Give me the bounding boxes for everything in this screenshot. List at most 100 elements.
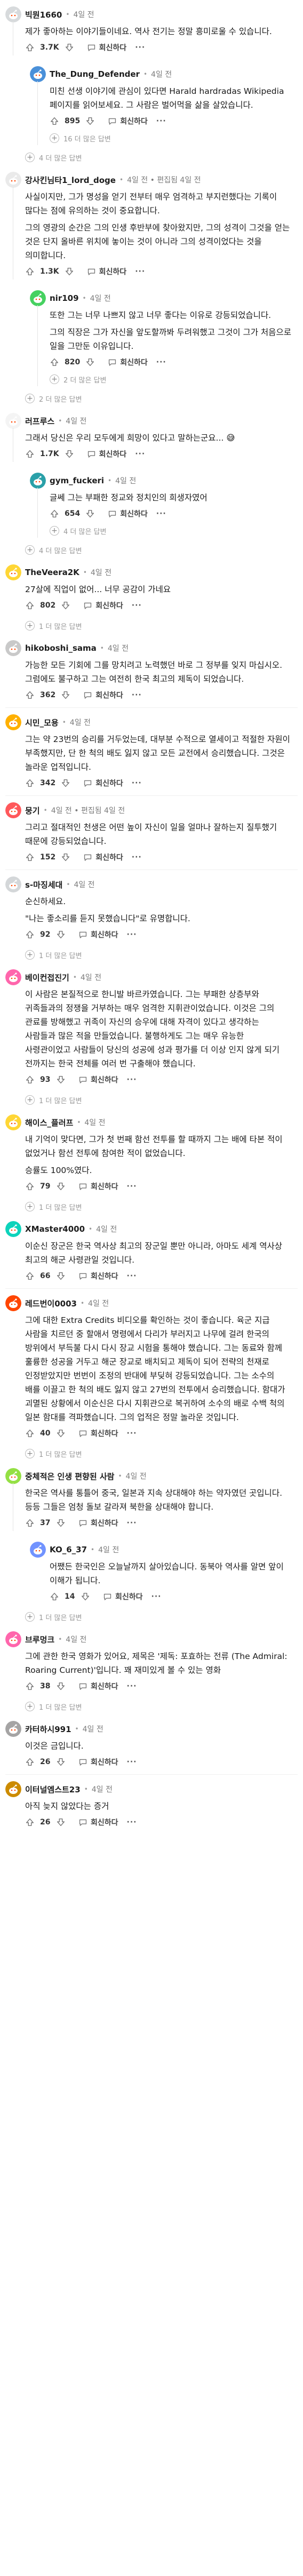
avatar[interactable] bbox=[30, 66, 46, 82]
more-replies-link[interactable]: +1 더 많은 답변 bbox=[25, 618, 298, 634]
reply-button[interactable]: 회신하다 bbox=[74, 927, 123, 942]
more-replies-link[interactable]: +16 더 많은 답변 bbox=[50, 130, 291, 146]
reply-button[interactable]: 회신하다 bbox=[74, 1269, 123, 1283]
upvote-button[interactable] bbox=[22, 1268, 38, 1284]
reply-button[interactable]: 회신하다 bbox=[74, 1179, 123, 1194]
more-replies-link[interactable]: +1 더 많은 답변 bbox=[25, 1698, 298, 1714]
username[interactable]: nir109 bbox=[50, 293, 79, 303]
more-replies-link[interactable]: +1 더 많은 답변 bbox=[25, 1199, 298, 1215]
more-replies-link[interactable]: +4 더 많은 답변 bbox=[25, 542, 298, 558]
upvote-button[interactable] bbox=[22, 927, 38, 943]
upvote-button[interactable] bbox=[22, 264, 38, 280]
reply-button[interactable]: 회신하다 bbox=[83, 40, 131, 55]
more-options-button[interactable]: ··· bbox=[152, 1592, 162, 1601]
downvote-button[interactable] bbox=[53, 1072, 69, 1088]
more-options-button[interactable]: ··· bbox=[156, 509, 166, 518]
more-options-button[interactable]: ··· bbox=[127, 930, 137, 939]
more-options-button[interactable]: ··· bbox=[135, 43, 145, 52]
downvote-button[interactable] bbox=[82, 506, 98, 522]
thread-line[interactable] bbox=[37, 488, 38, 538]
more-replies-link[interactable]: +1 더 많은 답변 bbox=[25, 1446, 298, 1462]
reply-button[interactable]: 회신하다 bbox=[79, 688, 127, 703]
reply-button[interactable]: 회신하다 bbox=[99, 1589, 147, 1604]
avatar[interactable] bbox=[30, 290, 46, 306]
more-options-button[interactable]: ··· bbox=[127, 1182, 137, 1191]
upvote-button[interactable] bbox=[22, 687, 38, 703]
more-options-button[interactable]: ··· bbox=[127, 1429, 137, 1438]
more-options-button[interactable]: ··· bbox=[132, 601, 142, 610]
username[interactable]: 이터널엠스트23 bbox=[25, 1784, 81, 1795]
username[interactable]: hikoboshi_sama bbox=[25, 643, 97, 653]
upvote-button[interactable] bbox=[22, 1178, 38, 1194]
username[interactable]: 베이컨접진기 bbox=[25, 972, 69, 983]
avatar[interactable] bbox=[5, 172, 21, 188]
username[interactable]: 해이스_플러프 bbox=[25, 1117, 73, 1128]
avatar[interactable] bbox=[5, 564, 21, 580]
more-replies-link[interactable]: +2 더 많은 답변 bbox=[25, 390, 298, 406]
avatar[interactable] bbox=[30, 473, 46, 489]
more-replies-link[interactable]: +4 더 많은 답변 bbox=[25, 149, 298, 165]
upvote-button[interactable] bbox=[22, 1072, 38, 1088]
username[interactable]: TheVeera2K bbox=[25, 568, 79, 577]
downvote-button[interactable] bbox=[53, 1754, 69, 1770]
thread-line[interactable] bbox=[37, 305, 38, 386]
username[interactable]: 카터하시991 bbox=[25, 1724, 71, 1735]
downvote-button[interactable] bbox=[53, 1678, 69, 1694]
username[interactable]: 브루멍크 bbox=[25, 1634, 54, 1645]
avatar[interactable] bbox=[5, 6, 21, 22]
username[interactable]: XMaster4000 bbox=[25, 1224, 85, 1234]
username[interactable]: 강사킨님타1_lord_doge bbox=[25, 174, 116, 186]
more-replies-link[interactable]: +1 더 많은 답변 bbox=[25, 1092, 298, 1108]
avatar[interactable] bbox=[5, 802, 21, 818]
more-options-button[interactable]: ··· bbox=[135, 267, 145, 276]
reply-button[interactable]: 회신하다 bbox=[103, 355, 152, 370]
username[interactable]: The_Dung_Defender bbox=[50, 69, 140, 79]
downvote-button[interactable] bbox=[61, 39, 77, 55]
upvote-button[interactable] bbox=[22, 849, 38, 865]
avatar[interactable] bbox=[5, 1114, 21, 1130]
downvote-button[interactable] bbox=[53, 1178, 69, 1194]
upvote-button[interactable] bbox=[22, 597, 38, 613]
avatar[interactable] bbox=[5, 714, 21, 730]
reply-button[interactable]: 회신하다 bbox=[79, 776, 127, 791]
more-options-button[interactable]: ··· bbox=[127, 1758, 137, 1766]
avatar[interactable] bbox=[5, 1468, 21, 1484]
upvote-button[interactable] bbox=[22, 1515, 38, 1531]
avatar[interactable] bbox=[5, 1221, 21, 1237]
avatar[interactable] bbox=[5, 1721, 21, 1737]
upvote-button[interactable] bbox=[46, 113, 62, 129]
reply-button[interactable]: 회신하다 bbox=[74, 1754, 123, 1769]
username[interactable]: 빅뭔1660 bbox=[25, 9, 62, 20]
downvote-button[interactable] bbox=[58, 849, 74, 865]
more-options-button[interactable]: ··· bbox=[156, 358, 166, 366]
more-options-button[interactable]: ··· bbox=[127, 1075, 137, 1084]
more-replies-link[interactable]: +1 더 많은 답변 bbox=[25, 947, 298, 963]
username[interactable]: 레드번이0003 bbox=[25, 1298, 77, 1309]
reply-button[interactable]: 회신하다 bbox=[74, 1815, 123, 1830]
more-options-button[interactable]: ··· bbox=[132, 853, 142, 862]
avatar[interactable] bbox=[5, 413, 21, 429]
more-options-button[interactable]: ··· bbox=[127, 1682, 137, 1690]
more-options-button[interactable]: ··· bbox=[132, 691, 142, 699]
username[interactable]: gym_fuckeri bbox=[50, 476, 104, 485]
more-options-button[interactable]: ··· bbox=[127, 1818, 137, 1827]
avatar[interactable] bbox=[5, 969, 21, 985]
upvote-button[interactable] bbox=[46, 354, 62, 370]
reply-button[interactable]: 회신하다 bbox=[83, 446, 131, 461]
reply-button[interactable]: 회신하다 bbox=[74, 1426, 123, 1441]
upvote-button[interactable] bbox=[22, 39, 38, 55]
reply-button[interactable]: 회신하다 bbox=[74, 1072, 123, 1087]
username[interactable]: 러프루스 bbox=[25, 416, 54, 427]
downvote-button[interactable] bbox=[53, 927, 69, 943]
downvote-button[interactable] bbox=[82, 354, 98, 370]
upvote-button[interactable] bbox=[22, 775, 38, 791]
reply-button[interactable]: 회신하다 bbox=[79, 850, 127, 865]
username[interactable]: 시민_모용 bbox=[25, 717, 59, 728]
downvote-button[interactable] bbox=[58, 775, 74, 791]
downvote-button[interactable] bbox=[61, 446, 77, 462]
downvote-button[interactable] bbox=[53, 1425, 69, 1441]
avatar[interactable] bbox=[30, 1542, 46, 1558]
upvote-button[interactable] bbox=[22, 1754, 38, 1770]
upvote-button[interactable] bbox=[46, 506, 62, 522]
more-options-button[interactable]: ··· bbox=[156, 117, 166, 125]
